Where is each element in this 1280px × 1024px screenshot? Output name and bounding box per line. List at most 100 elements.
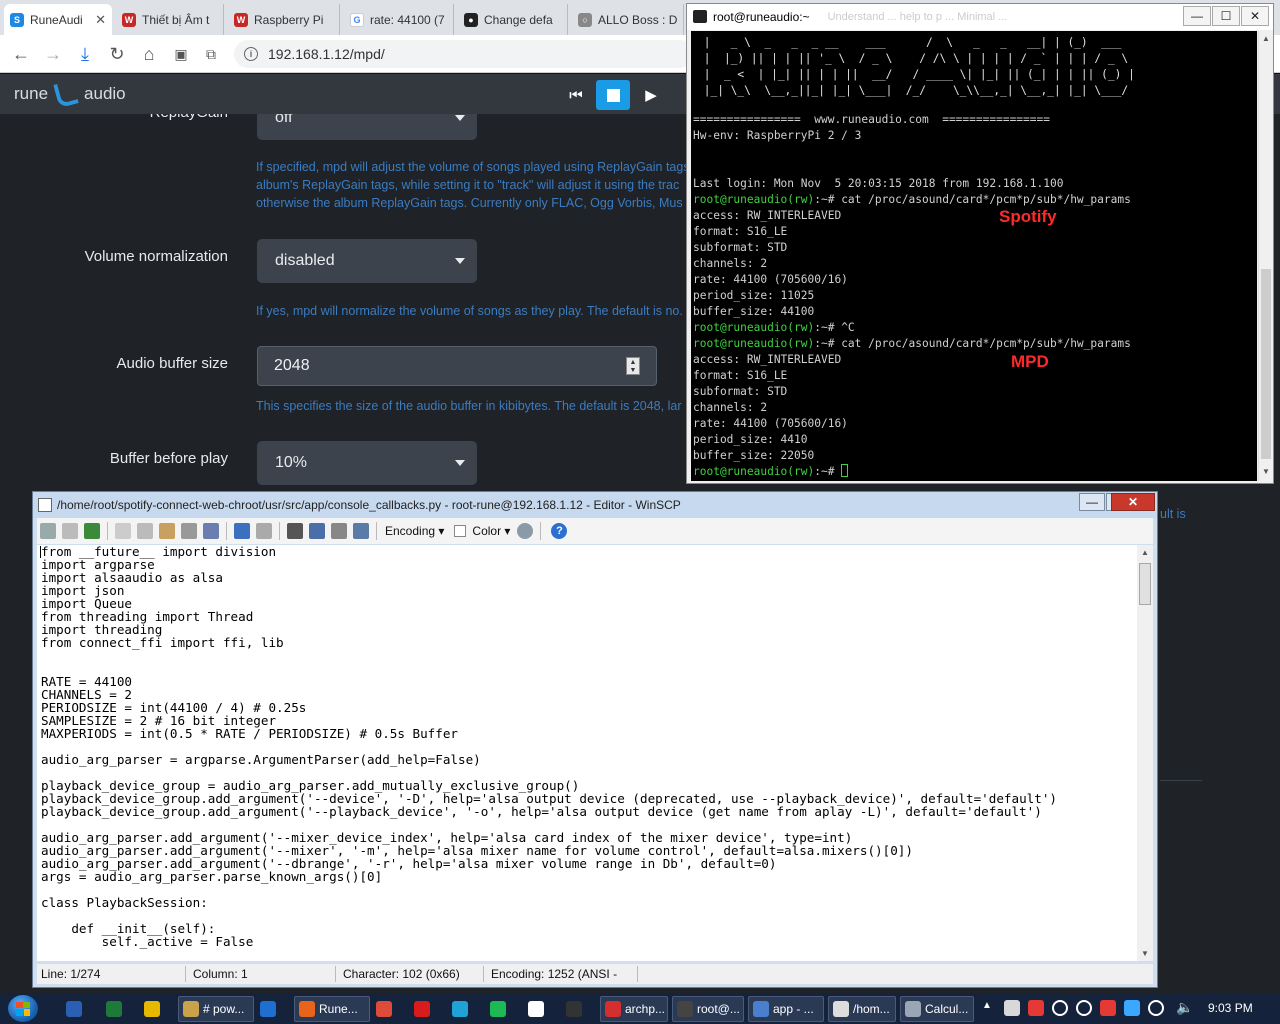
- encoding-dropdown[interactable]: Encoding ▾: [385, 524, 444, 538]
- copy-icon[interactable]: [115, 523, 131, 539]
- tray-icon[interactable]: [1124, 1000, 1140, 1016]
- home-icon[interactable]: ⌂: [136, 41, 162, 67]
- scroll-up-icon[interactable]: ▲: [1262, 34, 1270, 43]
- taskbar-clock[interactable]: 9:03 PM: [1208, 1001, 1253, 1015]
- reload-icon[interactable]: [84, 523, 100, 539]
- extension-icon[interactable]: ▣: [168, 41, 194, 67]
- taskbar-app[interactable]: [376, 996, 396, 1022]
- buffer-before-play-select[interactable]: 10%: [257, 441, 477, 485]
- number-spinner-icon[interactable]: ▲ ▼: [626, 357, 640, 375]
- editor-title: /home/root/spotify-connect-web-chroot/us…: [57, 498, 681, 512]
- tab-close-icon[interactable]: ✕: [95, 12, 106, 28]
- editor-scrollbar[interactable]: ▲ ▼: [1137, 545, 1153, 961]
- back-icon[interactable]: ←: [8, 41, 34, 67]
- taskbar-app[interactable]: [66, 996, 86, 1022]
- maximize-button[interactable]: ☐: [1212, 6, 1240, 26]
- taskbar-app[interactable]: [452, 996, 472, 1022]
- code-editor[interactable]: from __future__ import division import ar…: [37, 545, 1137, 961]
- browser-tab[interactable]: Grate: 44100 (7: [344, 4, 454, 35]
- address-bar[interactable]: i 192.168.1.12/mpd/: [234, 40, 694, 68]
- tray-icon[interactable]: [1076, 1000, 1092, 1016]
- terminal-title-bar[interactable]: root@runeaudio:~ Understand ... help to …: [687, 4, 1273, 30]
- browser-tab[interactable]: W Thiết bị Âm t: [116, 4, 224, 35]
- tray-expand-icon[interactable]: ▲: [982, 1000, 992, 1011]
- taskbar-app[interactable]: app - ...: [748, 996, 824, 1022]
- minimize-button[interactable]: —: [1079, 493, 1105, 511]
- previous-icon: ⏮: [569, 86, 583, 104]
- gear-icon[interactable]: [517, 523, 534, 539]
- taskbar-app[interactable]: Rune...: [294, 996, 370, 1022]
- terminal-line: subformat: STD: [693, 384, 1131, 400]
- taskbar-app[interactable]: [414, 996, 434, 1022]
- play-button[interactable]: ▶: [634, 80, 668, 110]
- taskbar-app[interactable]: [566, 996, 586, 1022]
- replace-icon[interactable]: [309, 523, 325, 539]
- tray-icon[interactable]: [1148, 1000, 1164, 1016]
- maximize-icon: ☐: [1220, 9, 1232, 23]
- delete-icon[interactable]: [181, 523, 197, 539]
- goto-line-icon[interactable]: [353, 523, 369, 539]
- minimize-button[interactable]: —: [1183, 6, 1211, 26]
- editor-icon: [38, 498, 52, 512]
- browser-tab[interactable]: ● Change defa: [458, 4, 568, 35]
- select-all-icon[interactable]: [203, 523, 219, 539]
- browser-tab[interactable]: S RuneAudi ✕: [4, 4, 112, 35]
- scroll-down-icon[interactable]: ▼: [1262, 467, 1270, 476]
- close-button[interactable]: ✕: [1241, 6, 1269, 26]
- site-info-icon[interactable]: i: [244, 47, 258, 61]
- taskbar-app[interactable]: [528, 996, 548, 1022]
- color-checkbox[interactable]: [454, 525, 467, 537]
- undo-icon[interactable]: [234, 523, 250, 539]
- play-icon: ▶: [645, 87, 657, 104]
- cut-icon[interactable]: [137, 523, 153, 539]
- stop-button[interactable]: [596, 80, 630, 110]
- browser-tab[interactable]: W Raspberry Pi: [228, 4, 340, 35]
- browser-tab[interactable]: ○ ALLO Boss : D: [572, 4, 684, 35]
- editor-title-bar[interactable]: /home/root/spotify-connect-web-chroot/us…: [33, 492, 1157, 518]
- help-icon[interactable]: ?: [551, 523, 568, 539]
- rune-logo-front[interactable]: rune audio: [14, 79, 126, 109]
- taskbar-app[interactable]: /hom...: [828, 996, 896, 1022]
- reload-icon[interactable]: ↻: [104, 41, 130, 67]
- scrollbar-thumb[interactable]: [1261, 269, 1271, 459]
- previous-track-button[interactable]: ⏮: [559, 80, 593, 110]
- save-all-icon[interactable]: [62, 523, 78, 539]
- terminal-title: root@runeaudio:~: [713, 10, 810, 24]
- taskbar-app[interactable]: root@...: [672, 996, 744, 1022]
- close-button[interactable]: ✕: [1111, 493, 1155, 511]
- tray-icon[interactable]: [1004, 1000, 1020, 1016]
- app-icon: [66, 1001, 82, 1017]
- taskbar-app[interactable]: Calcul...: [900, 996, 974, 1022]
- scroll-up-icon[interactable]: ▲: [1141, 548, 1149, 557]
- tray-icon[interactable]: [1100, 1000, 1116, 1016]
- save-icon[interactable]: [40, 523, 56, 539]
- find-next-icon[interactable]: [331, 523, 347, 539]
- taskbar-app[interactable]: [260, 996, 280, 1022]
- start-button[interactable]: [8, 995, 38, 1022]
- paste-icon[interactable]: [159, 523, 175, 539]
- color-dropdown[interactable]: Color ▾: [472, 524, 510, 538]
- volume-normalization-select[interactable]: disabled: [257, 239, 477, 283]
- terminal-screen[interactable]: | _ \ _ _ _ __ ___ / \ _ _ __| | (_) ___…: [691, 31, 1257, 481]
- screenshot-icon[interactable]: ⧉: [198, 41, 224, 67]
- redo-icon[interactable]: [256, 523, 272, 539]
- scrollbar-thumb[interactable]: [1139, 563, 1151, 605]
- download-icon[interactable]: ⤓: [72, 41, 98, 67]
- find-icon[interactable]: [287, 523, 303, 539]
- taskbar-app[interactable]: archp...: [600, 996, 668, 1022]
- code-lines: from __future__ import division import ar…: [41, 545, 1057, 948]
- tray-icon[interactable]: [1028, 1000, 1044, 1016]
- scroll-down-icon[interactable]: ▼: [1141, 949, 1149, 958]
- forward-icon[interactable]: →: [40, 41, 66, 67]
- taskbar-app[interactable]: # pow...: [178, 996, 254, 1022]
- taskbar-app[interactable]: [490, 996, 510, 1022]
- app-icon: [106, 1001, 122, 1017]
- taskbar-app[interactable]: [144, 996, 164, 1022]
- audio-buffer-size-input[interactable]: 2048 ▲ ▼: [257, 346, 657, 386]
- tray-icon[interactable]: [1052, 1000, 1068, 1016]
- taskbar-app[interactable]: [106, 996, 126, 1022]
- terminal-scrollbar[interactable]: ▲ ▼: [1258, 31, 1273, 481]
- status-line: Line: 1/274: [41, 967, 101, 981]
- volume-icon[interactable]: 🔈: [1176, 999, 1193, 1016]
